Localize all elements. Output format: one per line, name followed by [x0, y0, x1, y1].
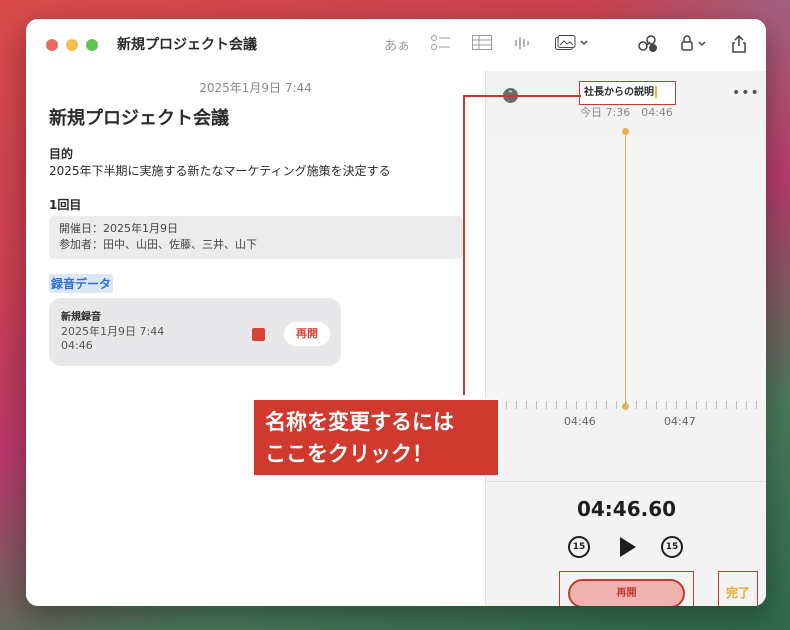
text-format-button[interactable]: あぁ — [384, 35, 410, 54]
media-icon[interactable] — [555, 35, 589, 55]
window-title: 新規プロジェクト会議 — [117, 37, 257, 53]
stop-icon[interactable] — [252, 328, 265, 341]
note-title[interactable]: 新規プロジェクト会議 — [49, 104, 229, 130]
playhead[interactable] — [625, 131, 626, 407]
note-editor[interactable]: 2025年1月9日 7:44 新規プロジェクト会議 目的 2025年下半期に実施… — [26, 71, 485, 606]
playhead-top-handle[interactable] — [622, 128, 629, 135]
callout-line — [463, 95, 465, 395]
first-meeting-heading: 1回目 — [49, 198, 82, 212]
audio-waveform-icon[interactable] — [514, 35, 532, 55]
note-date: 2025年1月9日 7:44 — [199, 81, 312, 95]
resume-highlight-box: 再開 — [559, 571, 694, 606]
skip-back-15-icon[interactable]: 15 — [568, 536, 590, 558]
more-options-icon[interactable]: ••• — [732, 85, 760, 101]
purpose-text: 2025年下半期に実施する新たなマーケティング施策を決定する — [49, 164, 391, 178]
recording-panel: ⌃ 社長からの説明 今日 7:36 04:46 ••• 04:46 04:47 … — [485, 71, 766, 606]
table-icon[interactable] — [472, 35, 492, 54]
timeline-label: 04:46 — [564, 415, 596, 428]
recording-heading: 録音データ — [49, 274, 114, 293]
recording-title-text: 社長からの説明 — [584, 87, 654, 98]
collaborate-link-icon[interactable] — [638, 35, 658, 57]
skip-forward-15-icon[interactable]: 15 — [661, 536, 683, 558]
callout-line — [463, 95, 581, 97]
recording-duration: 04:46 — [61, 339, 93, 352]
notes-window: 新規プロジェクト会議 あぁ 2025年1月9日 7:44 新規プロジェクト会議 … — [26, 19, 766, 606]
lock-icon[interactable] — [681, 35, 709, 55]
done-button[interactable]: 完了 — [718, 571, 758, 606]
panel-divider — [486, 481, 766, 482]
share-icon[interactable] — [731, 34, 747, 57]
purpose-heading: 目的 — [49, 147, 74, 161]
maximize-button[interactable] — [86, 39, 98, 51]
meeting-date-line: 開催日：2025年1月9日 — [59, 222, 178, 235]
recording-subtitle: 今日 7:36 04:46 — [580, 106, 673, 119]
timeline-label: 04:47 — [664, 415, 696, 428]
recording-name: 新規録音 — [61, 312, 101, 323]
meeting-info-block: 開催日：2025年1月9日 参加者：田中、山田、佐藤、三井、山下 — [49, 216, 463, 259]
participants-line: 参加者：田中、山田、佐藤、三井、山下 — [59, 238, 257, 251]
recording-date: 2025年1月9日 7:44 — [61, 325, 165, 338]
timeline-ticks — [486, 401, 766, 409]
resume-button[interactable]: 再開 — [568, 579, 685, 606]
checklist-icon[interactable] — [431, 35, 451, 55]
waveform-area[interactable] — [486, 135, 766, 405]
close-button[interactable] — [46, 39, 58, 51]
recording-card[interactable]: 新規録音 2025年1月9日 7:44 04:46 再開 — [49, 298, 341, 366]
recording-resume-button[interactable]: 再開 — [284, 322, 330, 346]
titlebar: 新規プロジェクト会議 あぁ — [26, 19, 766, 71]
minimize-button[interactable] — [66, 39, 78, 51]
text-cursor — [655, 86, 657, 98]
callout-line2: ここをクリック！ — [265, 442, 433, 466]
callout-line1: 名称を変更するには — [265, 410, 454, 434]
play-icon[interactable] — [620, 537, 636, 557]
recording-title-field[interactable]: 社長からの説明 — [579, 81, 676, 105]
playback-time: 04:46.60 — [576, 497, 677, 521]
callout-annotation: 名称を変更するには ここをクリック！ — [253, 399, 499, 476]
